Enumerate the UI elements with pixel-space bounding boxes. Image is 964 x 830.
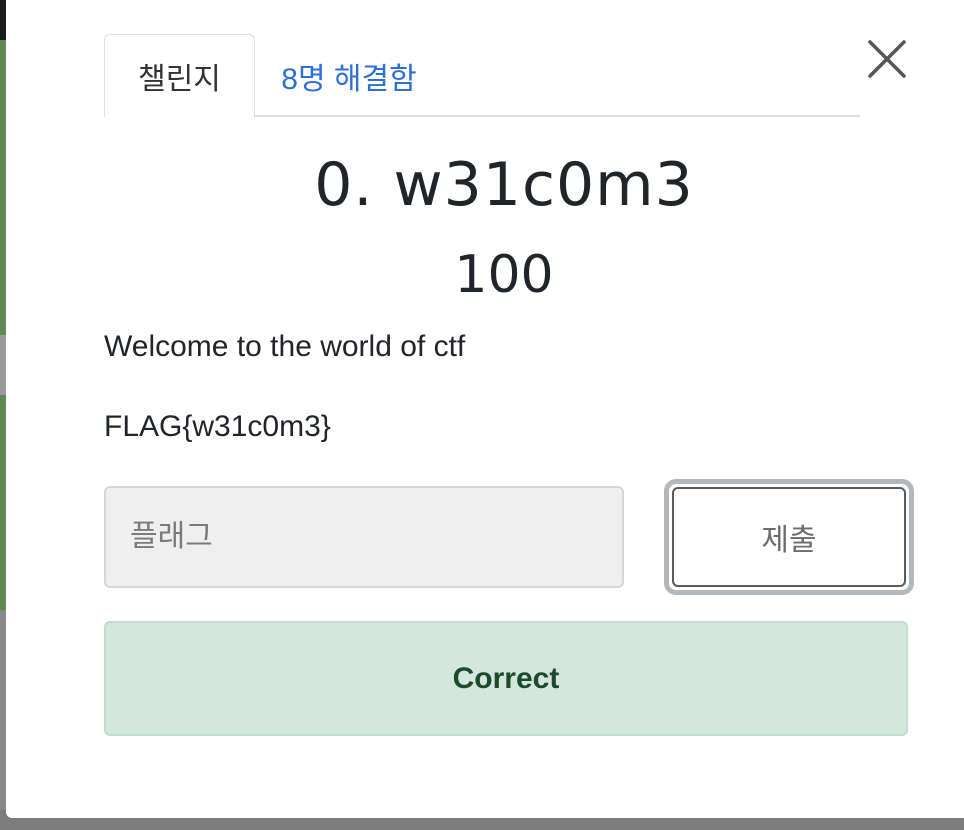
tab-solves[interactable]: 8명 해결함 xyxy=(274,34,424,117)
challenge-tabs: 챌린지 8명 해결함 xyxy=(104,34,860,118)
submit-button-label: 제출 xyxy=(761,524,817,557)
challenge-description: Welcome to the world of ctf xyxy=(104,330,466,363)
challenge-modal: 챌린지 8명 해결함 0. w31c0m3 100 Welcome to the… xyxy=(6,0,964,818)
result-message: Correct xyxy=(452,661,560,695)
close-icon xyxy=(868,40,906,78)
tab-challenge-label: 챌린지 xyxy=(138,62,221,96)
challenge-points: 100 xyxy=(454,245,554,305)
submit-button[interactable]: 제출 xyxy=(672,487,906,587)
close-button[interactable] xyxy=(866,38,908,80)
challenge-flag-hint: FLAG{w31c0m3} xyxy=(104,410,331,443)
challenge-title: 0. w31c0m3 xyxy=(314,150,694,220)
tab-challenge[interactable]: 챌린지 xyxy=(104,34,255,118)
flag-input[interactable] xyxy=(104,486,624,588)
tab-solves-label: 8명 해결함 xyxy=(281,62,417,96)
result-banner: Correct xyxy=(104,621,908,736)
submit-button-focus-ring: 제출 xyxy=(664,479,914,595)
